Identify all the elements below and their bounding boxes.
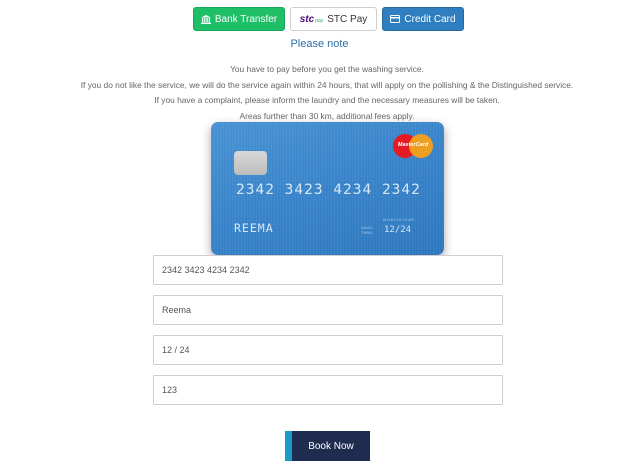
stc-logo-text: stc <box>299 13 315 25</box>
card-chip <box>234 151 267 175</box>
card-number-input[interactable] <box>153 255 503 285</box>
card-name-input[interactable] <box>153 295 503 325</box>
note-line: You have to pay before you get the washi… <box>230 64 424 74</box>
credit-card-preview: MasterCard 2342 3423 4234 2342 REEMA VAL… <box>211 122 444 255</box>
credit-card-tab[interactable]: Credit Card <box>382 7 464 31</box>
expiry-input[interactable] <box>153 335 503 365</box>
cvc-input[interactable] <box>153 375 503 405</box>
payment-method-tabs: Bank Transfer stcpay STC Pay Credit Card <box>193 7 464 31</box>
bank-transfer-label: Bank Transfer <box>214 13 278 25</box>
credit-card-icon <box>390 15 401 23</box>
month-year-label: MONTH/YEAR <box>383 217 415 222</box>
stc-pay-logo: stcpay <box>300 14 324 25</box>
valid-thru-label: VALID THRU <box>361 225 373 235</box>
bank-transfer-tab[interactable]: Bank Transfer <box>193 7 285 31</box>
credit-card-label: Credit Card <box>404 13 456 25</box>
mastercard-logo: MasterCard <box>393 134 433 158</box>
note-title: Please note <box>290 38 349 50</box>
stc-logo-sub: pay <box>315 17 324 24</box>
valid-thru-line2: THRU <box>361 229 373 235</box>
bank-icon <box>200 14 211 24</box>
note-line: If you have a complaint, please inform t… <box>154 95 500 105</box>
stc-pay-tab[interactable]: stcpay STC Pay <box>290 7 377 31</box>
card-number-display: 2342 3423 4234 2342 <box>236 182 421 198</box>
card-expiry-display: 12/24 <box>384 225 412 235</box>
card-holder-display: REEMA <box>234 221 274 235</box>
stc-pay-label: STC Pay <box>327 13 368 25</box>
book-now-button[interactable]: Book Now <box>285 431 370 461</box>
note-text: You have to pay before you get the washi… <box>0 62 639 124</box>
note-line: If you do not like the service, we will … <box>80 79 574 90</box>
mastercard-logo-text: MasterCard <box>397 142 429 148</box>
